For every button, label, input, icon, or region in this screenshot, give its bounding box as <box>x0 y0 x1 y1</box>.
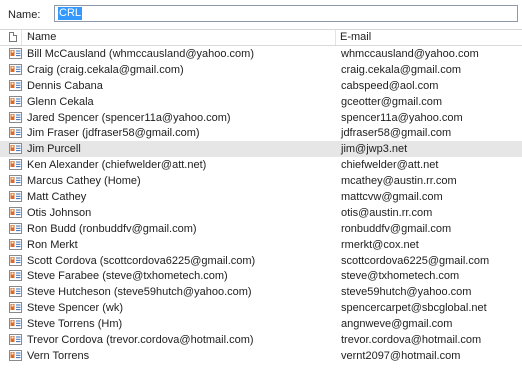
contact-card-icon <box>9 63 22 75</box>
contact-card-icon <box>9 270 22 282</box>
contact-name: Steve Spencer (wk) <box>27 302 123 315</box>
column-header-name[interactable]: Name ▲ <box>22 30 336 45</box>
contact-card-icon <box>9 95 22 107</box>
contact-row[interactable]: Steve Farabee (steve@txhometech.com) stev… <box>0 268 522 284</box>
column-header-email[interactable]: E-mail <box>336 30 522 45</box>
name-label: Name: <box>8 9 41 21</box>
contact-name: Jim Fraser (jdfraser58@gmail.com) <box>27 127 200 140</box>
contact-row[interactable]: Otis Johnson otis@austin.rr.com <box>0 205 522 221</box>
contact-row[interactable]: Marcus Cathey (Home) mcathey@austin.rr.co… <box>0 173 522 189</box>
contact-email: trevor.cordova@hotmail.com <box>341 334 482 347</box>
contact-row[interactable]: Matt Cathey mattcvw@gmail.com <box>0 189 522 205</box>
contact-name: Otis Johnson <box>27 206 92 219</box>
contact-name: Craig (craig.cekala@gmail.com) <box>27 63 184 76</box>
contact-name: Steve Farabee (steve@txhometech.com) <box>27 270 228 283</box>
contact-email: scottcordova6225@gmail.com <box>341 254 490 267</box>
contact-card-icon <box>9 238 22 250</box>
contact-card-icon <box>9 349 22 361</box>
contact-row[interactable]: Ron Merkt rmerkt@cox.net <box>0 237 522 253</box>
contact-name: Vern Torrens <box>27 349 90 362</box>
contact-email: craig.cekala@gmail.com <box>341 63 461 76</box>
contact-name: Scott Cordova (scottcordova6225@gmail.co… <box>27 254 256 267</box>
contact-row[interactable]: Trevor Cordova (trevor.cordova@hotmail.c… <box>0 332 522 348</box>
contact-card-icon <box>9 318 22 330</box>
contact-card-icon <box>9 302 22 314</box>
column-icon-header[interactable] <box>0 30 22 45</box>
contact-email: ronbuddfv@gmail.com <box>341 222 452 235</box>
contact-email: vernt2097@hotmail.com <box>341 349 461 362</box>
contact-email: spencercarpet@sbcglobal.net <box>341 302 487 315</box>
contact-email: chiefwelder@att.net <box>341 159 439 172</box>
contact-card-icon <box>9 286 22 298</box>
contact-row[interactable]: Vern Torrens vernt2097@hotmail.com <box>0 348 522 364</box>
contact-row[interactable]: Bill McCausland (whmccausland@yahoo.com)… <box>0 46 522 62</box>
contact-email: otis@austin.rr.com <box>341 206 433 219</box>
contact-row[interactable]: Scott Cordova (scottcordova6225@gmail.co… <box>0 253 522 269</box>
contact-card-icon <box>9 79 22 91</box>
contact-card-icon <box>9 191 22 203</box>
contact-card-icon <box>9 254 22 266</box>
contact-card-icon <box>9 334 22 346</box>
contact-row[interactable]: Jim Fraser (jdfraser58@gmail.com) jdfrase… <box>0 125 522 141</box>
contact-card-icon <box>9 127 22 139</box>
contact-name: Ken Alexander (chiefwelder@att.net) <box>27 159 207 172</box>
contact-name: Dennis Cabana <box>27 79 103 92</box>
contact-name: Glenn Cekala <box>27 95 94 108</box>
contact-card-icon <box>9 175 22 187</box>
contact-card-icon <box>9 143 22 155</box>
name-search-input[interactable]: CRL <box>54 5 518 22</box>
name-search-bar: Name: CRL <box>0 0 522 29</box>
contact-card-icon <box>9 159 22 171</box>
contact-email: gceotter@gmail.com <box>341 95 443 108</box>
contact-email: rmerkt@cox.net <box>341 238 419 251</box>
contact-email: cabspeed@aol.com <box>341 79 439 92</box>
contact-email: steve@txhometech.com <box>341 270 460 283</box>
contact-card-icon <box>9 111 22 123</box>
contact-row[interactable]: Ken Alexander (chiefwelder@att.net) chief… <box>0 157 522 173</box>
contact-name: Steve Hutcheson (steve59hutch@yahoo.com) <box>27 286 252 299</box>
contact-row[interactable]: Dennis Cabana cabspeed@aol.com <box>0 78 522 94</box>
contact-row[interactable]: Steve Torrens (Hm) angnweve@gmail.com <box>0 316 522 332</box>
document-icon <box>9 32 17 42</box>
contact-row[interactable]: Glenn Cekala gceotter@gmail.com <box>0 94 522 110</box>
contact-email: whmccausland@yahoo.com <box>341 48 479 60</box>
contact-email: mcathey@austin.rr.com <box>341 175 457 188</box>
contact-name: Trevor Cordova (trevor.cordova@hotmail.c… <box>27 334 254 347</box>
contact-email: angnweve@gmail.com <box>341 318 453 331</box>
contact-row[interactable]: Steve Hutcheson (steve59hutch@yahoo.com)… <box>0 284 522 300</box>
sort-ascending-icon: ▲ <box>27 31 35 40</box>
contact-rows: Bill McCausland (whmccausland@yahoo.com)… <box>0 46 522 364</box>
contact-card-icon <box>9 48 22 59</box>
contact-name: Jared Spencer (spencer11a@yahoo.com) <box>27 111 231 124</box>
contact-name: Ron Merkt <box>27 238 78 251</box>
list-header: Name ▲ E-mail <box>0 30 522 46</box>
contact-row[interactable]: Craig (craig.cekala@gmail.com) craig.ceka… <box>0 62 522 78</box>
contact-name: Ron Budd (ronbuddfv@gmail.com) <box>27 222 197 235</box>
contact-name: Matt Cathey <box>27 191 87 204</box>
contact-email: mattcvw@gmail.com <box>341 191 443 204</box>
name-search-value[interactable]: CRL <box>58 7 83 20</box>
contact-row[interactable]: Jim Purcell jim@jwp3.net <box>0 141 522 158</box>
column-header-email-label: E-mail <box>340 31 372 43</box>
contact-email: steve59hutch@yahoo.com <box>341 286 472 299</box>
contact-name: Bill McCausland (whmccausland@yahoo.com) <box>27 48 254 60</box>
contact-row[interactable]: Ron Budd (ronbuddfv@gmail.com) ronbuddfv@… <box>0 221 522 237</box>
contact-card-icon <box>9 222 22 234</box>
contact-name: Steve Torrens (Hm) <box>27 318 123 331</box>
contact-name: Marcus Cathey (Home) <box>27 175 141 188</box>
contact-row[interactable]: Steve Spencer (wk) spencercarpet@sbcgloba… <box>0 300 522 316</box>
contact-email: spencer11a@yahoo.com <box>341 111 463 124</box>
contact-email: jim@jwp3.net <box>341 143 408 156</box>
contact-list[interactable]: Name ▲ E-mail Bill McCausland (whmccausl… <box>0 29 522 371</box>
contact-email: jdfraser58@gmail.com <box>341 127 452 140</box>
contact-name: Jim Purcell <box>27 143 81 156</box>
contact-card-icon <box>9 206 22 218</box>
contact-row[interactable]: Jared Spencer (spencer11a@yahoo.com) spen… <box>0 110 522 126</box>
